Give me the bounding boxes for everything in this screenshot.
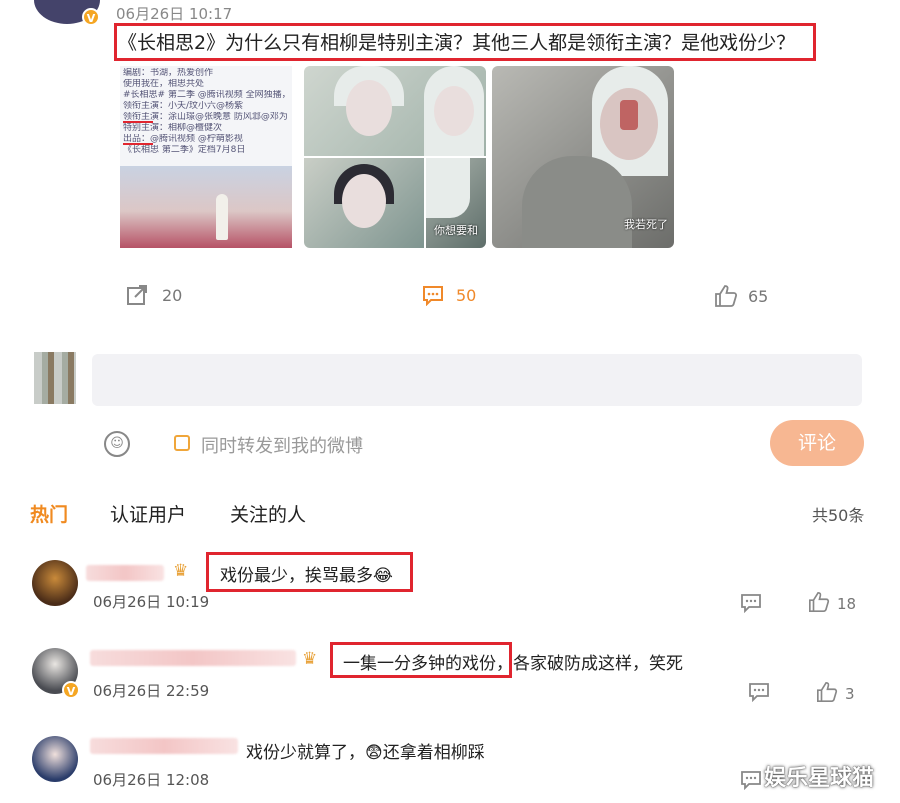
post-image-still-1[interactable] [304, 66, 486, 156]
share-icon [127, 285, 147, 305]
verified-badge-icon: V [62, 681, 80, 699]
thumbs-up-icon[interactable] [816, 681, 838, 703]
poster-scene [120, 166, 292, 248]
laughing-emoji-icon: 😂 [373, 566, 393, 586]
submit-comment-button[interactable]: 评论 [770, 420, 864, 466]
comment-text: 一集一分多钟的戏份，各家破防成这样，笑死 [343, 654, 683, 674]
comment-text: 戏份最少，挨骂最多😂 [220, 566, 393, 586]
comment-timestamp: 06月26日 22:59 [93, 682, 210, 700]
underline-mark [123, 121, 153, 123]
comment-icon [423, 286, 443, 306]
repost-checkbox[interactable] [174, 435, 190, 451]
comment-timestamp: 06月26日 12:08 [93, 771, 210, 789]
emoji-icon[interactable]: ☺ [104, 431, 130, 457]
comment-count: 50 [456, 285, 477, 305]
comment-like-count: 3 [845, 685, 855, 703]
crown-icon: ♛ [173, 561, 189, 581]
tab-verified-users[interactable]: 认证用户 [110, 500, 186, 527]
comment-button[interactable]: 50 [422, 284, 476, 306]
post-text: 《长相思2》为什么只有相柳是特别主演？其他三人都是领衔主演？是他戏份少？ [118, 32, 796, 54]
comment-username-blurred[interactable] [86, 565, 164, 581]
comment-avatar[interactable] [32, 736, 78, 782]
comment-username-blurred[interactable] [90, 650, 296, 666]
share-button[interactable]: 20 [126, 284, 182, 306]
crown-icon: ♛ [302, 649, 318, 669]
post-image-still-3[interactable]: 你想要和 [426, 158, 486, 248]
underline-mark [123, 143, 153, 145]
comment-total: 共50条 [812, 506, 865, 525]
figure-silhouette [216, 194, 228, 240]
thumbs-up-icon[interactable] [808, 591, 830, 613]
current-user-avatar [34, 352, 76, 404]
comment-like-count: 18 [837, 595, 857, 613]
comment-username-blurred[interactable] [90, 738, 238, 754]
like-button[interactable]: 65 [714, 284, 768, 308]
tab-following[interactable]: 关注的人 [230, 500, 306, 527]
post-timestamp[interactable]: 06月26日 10:17 [116, 3, 232, 24]
verified-badge-icon: V [82, 8, 100, 26]
comment-text: 戏份少就算了，😨还拿着相柳踩 [246, 743, 485, 763]
comment-avatar[interactable] [32, 560, 78, 606]
fearful-emoji-icon: 😨 [365, 743, 383, 763]
still-caption: 你想要和 [434, 224, 478, 237]
reply-icon[interactable] [740, 593, 762, 613]
watermark: 娱乐星球猫 [764, 766, 875, 791]
post-image-still-4[interactable]: 我若死了 [492, 66, 674, 248]
like-count: 65 [748, 286, 769, 306]
comment-input[interactable] [92, 354, 862, 406]
tab-hot[interactable]: 热门 [30, 500, 68, 527]
reply-icon[interactable] [748, 682, 770, 702]
still-caption: 我若死了 [624, 218, 668, 231]
share-count: 20 [162, 285, 183, 305]
repost-label[interactable]: 同时转发到我的微博 [201, 432, 363, 458]
post-image-still-2[interactable] [304, 158, 424, 248]
post-image-poster[interactable]: 编剧：书湖，热爱创作 使用我在，相思共处 #长相思# 第二季 @腾讯视频 全网独… [120, 66, 292, 248]
comment-timestamp: 06月26日 10:19 [93, 593, 210, 611]
thumbs-up-icon [715, 285, 738, 307]
reply-icon[interactable] [740, 770, 762, 790]
